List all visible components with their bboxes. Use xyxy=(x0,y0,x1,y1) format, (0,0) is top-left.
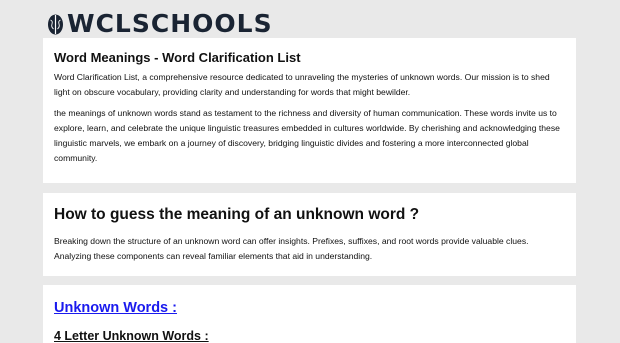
intro-paragraph-1: Word Clarification List, a comprehensive… xyxy=(54,72,550,97)
guess-heading: How to guess the meaning of an unknown w… xyxy=(54,206,420,223)
intro-paragraph-2: the meanings of unknown words stand as t… xyxy=(54,108,560,163)
intro-card: Word Meanings - Word Clarification List … xyxy=(43,38,576,183)
unknown-words-card: Unknown Words : 4 Letter Unknown Words : xyxy=(43,285,576,343)
brain-icon xyxy=(48,14,63,34)
guess-card: How to guess the meaning of an unknown w… xyxy=(43,193,576,276)
four-letter-heading: 4 Letter Unknown Words : xyxy=(54,329,209,343)
site-logo[interactable]: WCLSCHOOLS xyxy=(47,11,273,37)
guess-paragraph: Breaking down the structure of an unknow… xyxy=(54,236,529,261)
page-title: Word Meanings - Word Clarification List xyxy=(54,50,301,65)
unknown-words-link[interactable]: Unknown Words : xyxy=(54,285,177,318)
logo-text: WCLSCHOOLS xyxy=(67,9,273,38)
page: WCLSCHOOLS Word Meanings - Word Clarific… xyxy=(0,0,620,343)
